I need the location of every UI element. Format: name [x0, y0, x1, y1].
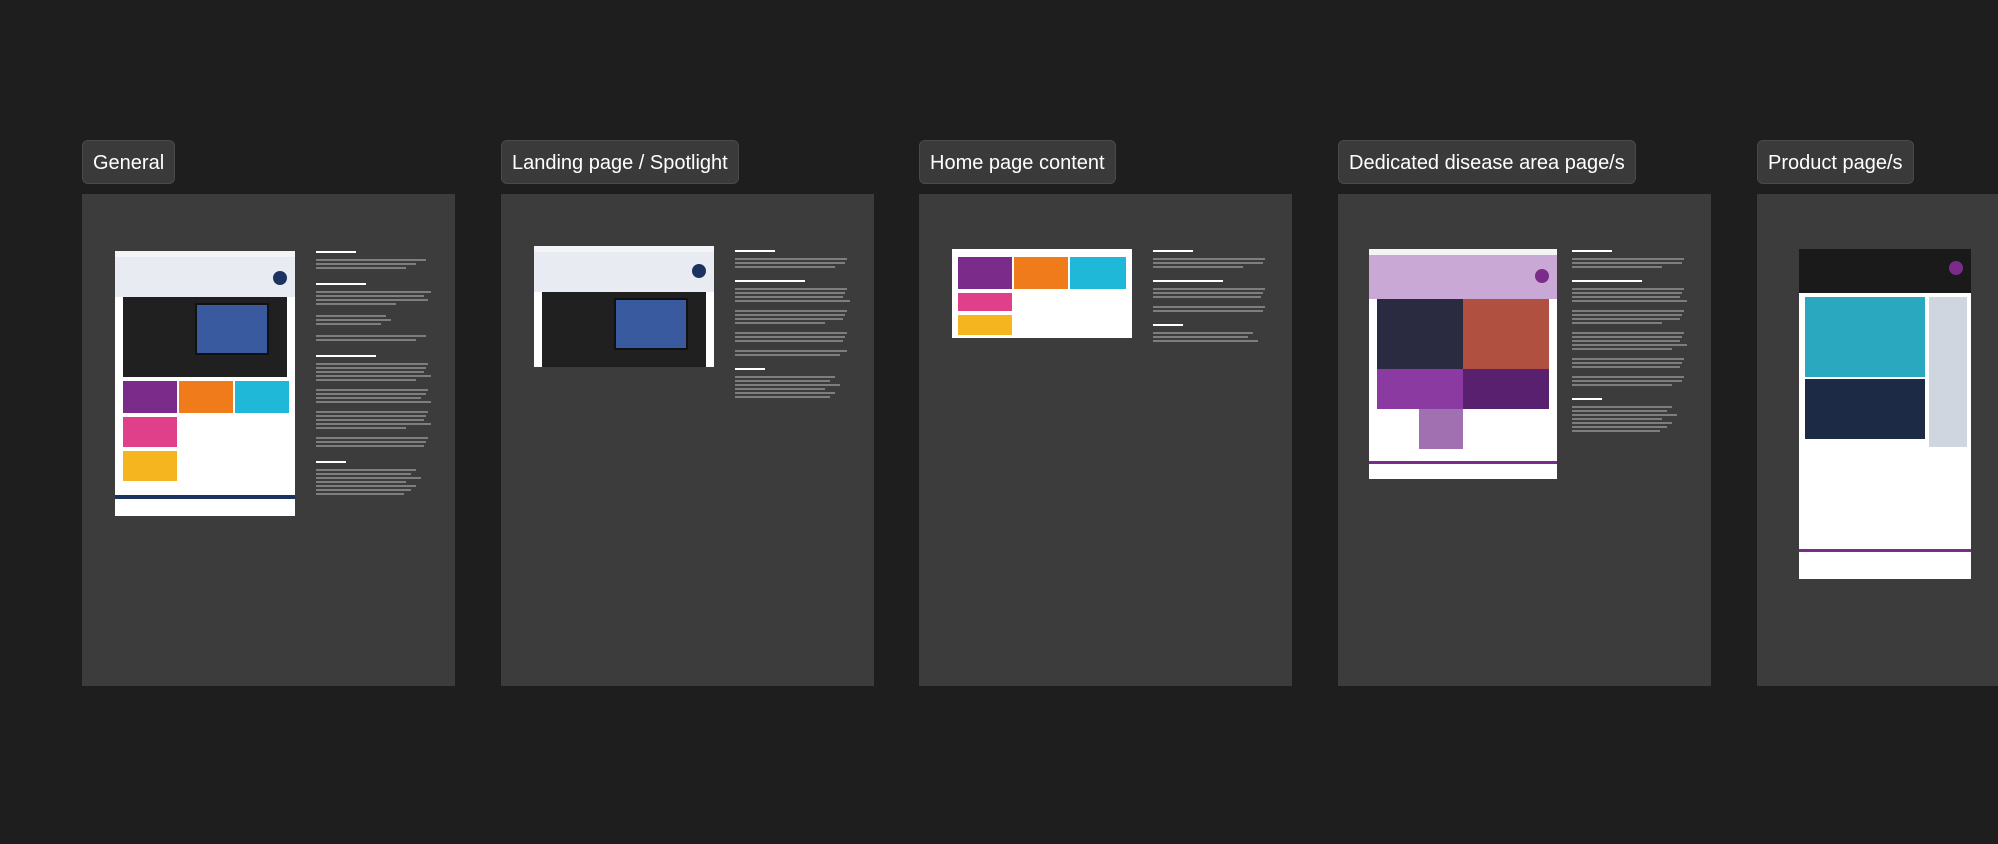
frame-product[interactable] [1757, 194, 1998, 686]
page-screenshot [115, 251, 295, 516]
frame-landing[interactable] [501, 194, 874, 686]
frame-label-disease[interactable]: Dedicated disease area page/s [1338, 140, 1636, 184]
page-screenshot [952, 249, 1132, 338]
notes-column [1153, 250, 1273, 400]
page-screenshot [534, 246, 714, 367]
frame-general[interactable] [82, 194, 455, 686]
frame-label-home[interactable]: Home page content [919, 140, 1116, 184]
frame-disease[interactable] [1338, 194, 1711, 686]
notes-column [735, 250, 855, 500]
page-screenshot [1799, 249, 1971, 579]
notes-column [1572, 250, 1692, 580]
frame-label-general[interactable]: General [82, 140, 176, 184]
notes-column [316, 251, 436, 681]
frame-label-product[interactable]: Product page/s [1757, 140, 1914, 184]
page-screenshot [1369, 249, 1557, 479]
frame-home[interactable] [919, 194, 1292, 686]
frame-label-landing[interactable]: Landing page / Spotlight [501, 140, 739, 184]
